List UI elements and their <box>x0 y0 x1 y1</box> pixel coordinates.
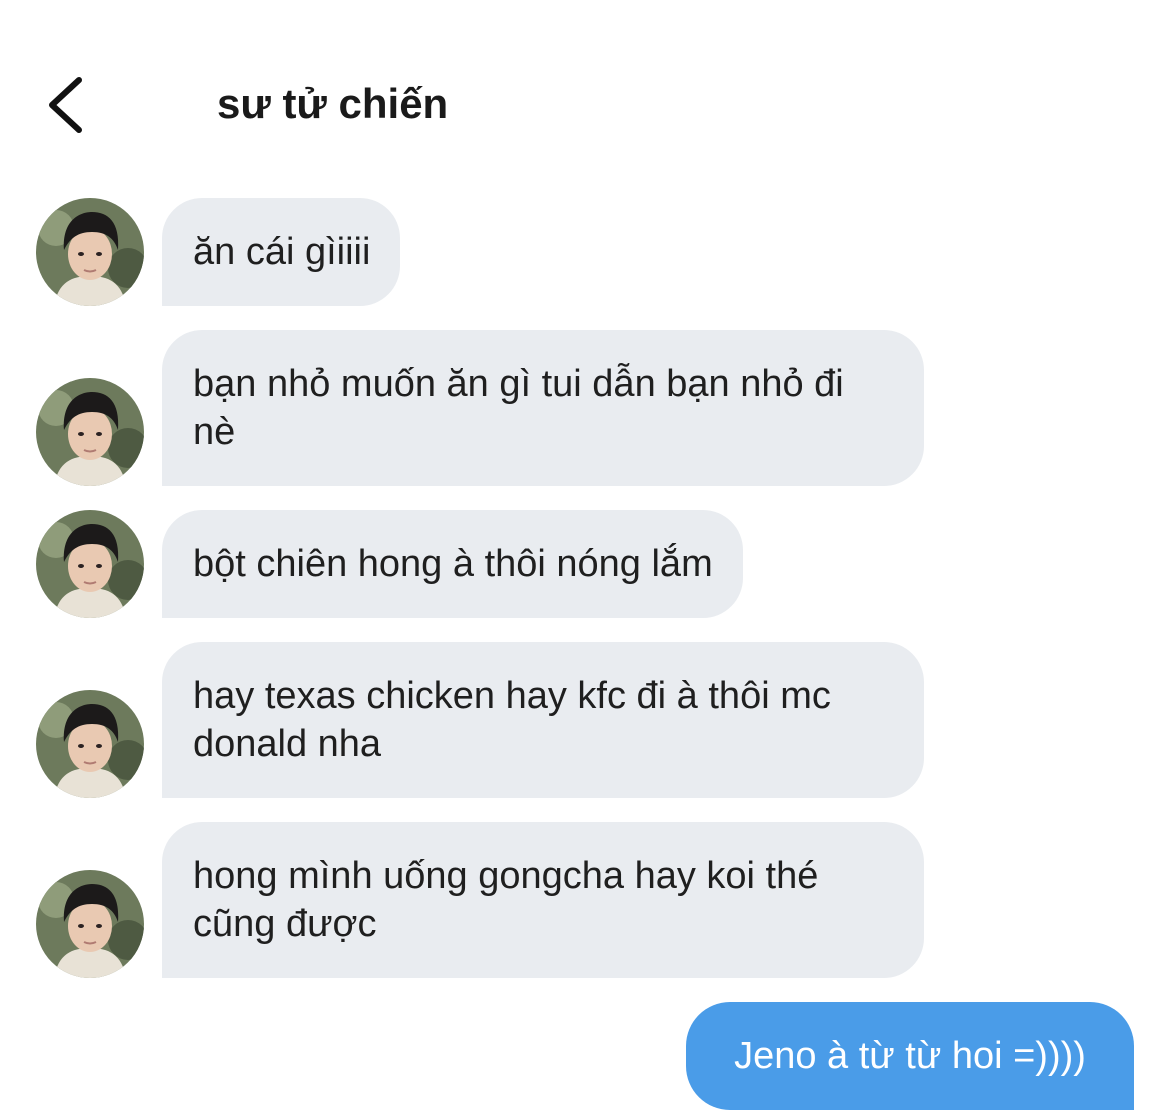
back-button[interactable] <box>34 72 94 138</box>
incoming-message-bubble[interactable]: ăn cái gìiiii <box>162 198 401 306</box>
avatar-image <box>36 510 144 618</box>
conversation-title: sư tử chiến <box>217 80 449 127</box>
incoming-message-bubble[interactable]: hong mình uống gongcha hay koi thé cũng … <box>162 822 924 978</box>
avatar-image <box>36 870 144 978</box>
outgoing-message-bubble[interactable]: Jeno à từ từ hoi =)))) <box>686 1002 1134 1110</box>
chevron-left-icon <box>49 77 82 133</box>
avatar-image <box>36 378 144 486</box>
avatar[interactable] <box>36 870 144 978</box>
avatar-image <box>36 198 144 306</box>
avatar[interactable] <box>36 378 144 486</box>
avatar[interactable] <box>36 198 144 306</box>
incoming-message-bubble[interactable]: bạn nhỏ muốn ăn gì tui dẫn bạn nhỏ đi nè <box>162 330 924 486</box>
incoming-message-bubble[interactable]: bột chiên hong à thôi nóng lắm <box>162 510 743 618</box>
avatar[interactable] <box>36 510 144 618</box>
avatar[interactable] <box>36 690 144 798</box>
incoming-message-bubble[interactable]: hay texas chicken hay kfc đi à thôi mc d… <box>162 642 924 798</box>
avatar-image <box>36 690 144 798</box>
chat-header: sư tử chiến <box>0 60 1169 150</box>
